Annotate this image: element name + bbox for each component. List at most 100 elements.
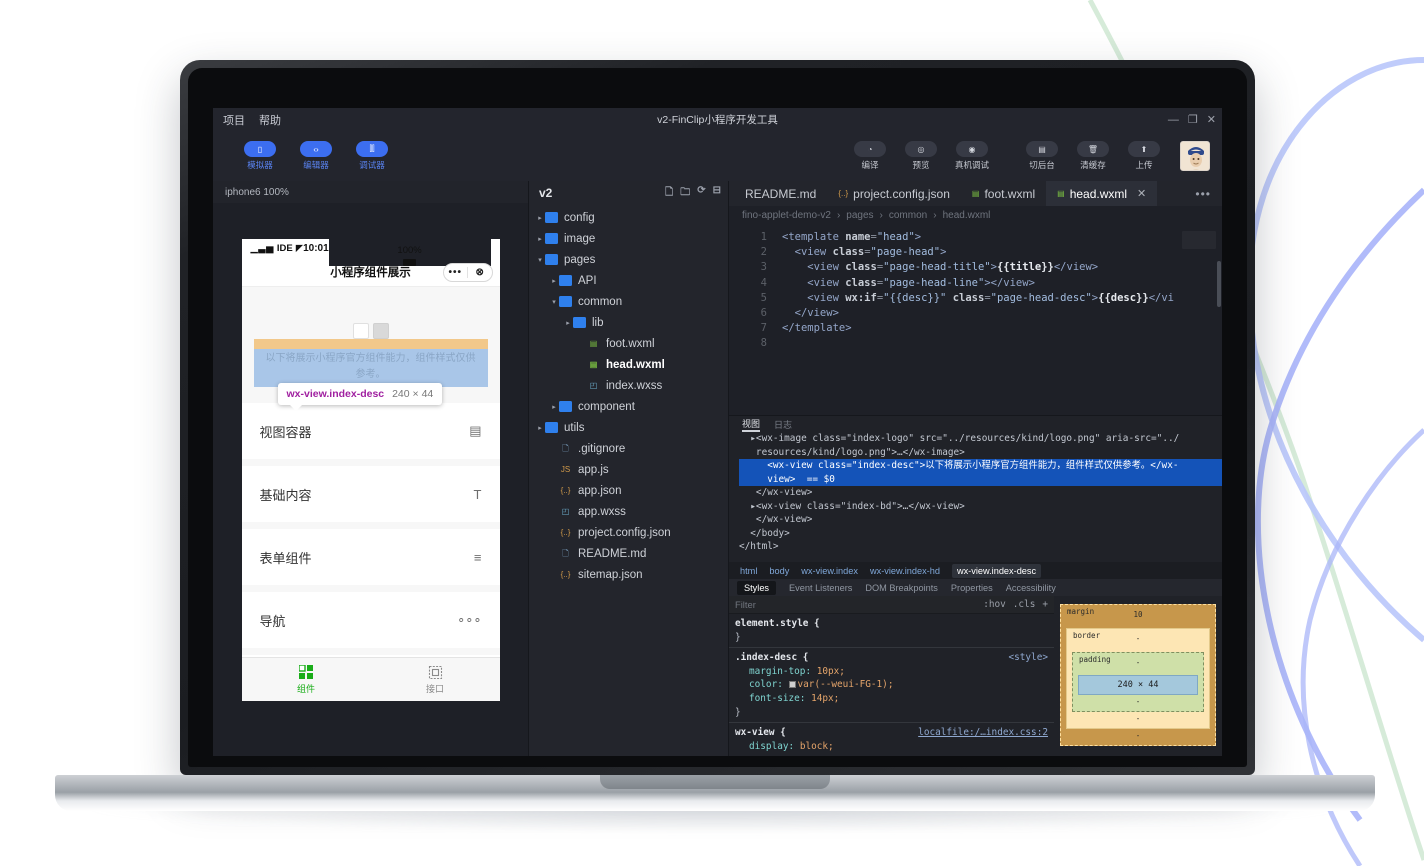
tree-file[interactable]: ▸▤head.wxml (529, 354, 728, 375)
css-rule-selector[interactable]: element.style { (735, 617, 1048, 631)
code-editor[interactable]: 1<template name="head">2 <view class="pa… (729, 225, 1222, 415)
toolbar-button-debugger[interactable]: ⫿⫿ 调试器 (349, 141, 395, 171)
list-item[interactable]: 表单组件 ≡ (242, 529, 500, 585)
css-declaration[interactable]: color: var(--weui-FG-1); (735, 678, 1048, 692)
refresh-icon[interactable]: ⟳ (697, 185, 705, 202)
tab-api[interactable]: 接口 (371, 658, 500, 701)
more-icon[interactable]: ••• (444, 267, 468, 278)
styles-tab[interactable]: Event Listeners (789, 583, 852, 593)
new-file-icon[interactable]: 🗋 (665, 185, 673, 202)
chevron-down-icon[interactable]: ▾ (535, 256, 545, 264)
editor-scrollbar[interactable] (1217, 261, 1221, 307)
element-crumb-item[interactable]: wx-view.index-hd (870, 566, 940, 576)
element-crumb-item[interactable]: body (769, 566, 789, 576)
chevron-right-icon[interactable]: ▸ (563, 319, 573, 327)
tree-folder[interactable]: ▸API (529, 270, 728, 291)
tree-file[interactable]: ▸JSapp.js (529, 459, 728, 480)
tree-file[interactable]: ▸{..}app.json (529, 480, 728, 501)
tree-file[interactable]: ▸🗋.gitignore (529, 438, 728, 459)
margin-bottom-value[interactable]: - (1066, 731, 1210, 740)
box-model-content[interactable]: 240 × 44 (1078, 675, 1198, 695)
menu-item-help[interactable]: 帮助 (259, 112, 281, 128)
tree-file[interactable]: ▸▤foot.wxml (529, 333, 728, 354)
toolbar-button-editor[interactable]: ‹› 编辑器 (293, 141, 339, 171)
devtools-tab-view[interactable]: 视图 (742, 417, 760, 432)
breadcrumb-item[interactable]: head.wxml (943, 210, 991, 221)
tree-file[interactable]: ▸◰index.wxss (529, 375, 728, 396)
css-rule-source[interactable]: localfile:/…index.css:2 (918, 726, 1048, 740)
tree-folder[interactable]: ▸image (529, 228, 728, 249)
dom-node[interactable]: </wx-view> (739, 513, 1222, 527)
tree-folder[interactable]: ▾pages (529, 249, 728, 270)
tree-file[interactable]: ▸{..}project.config.json (529, 522, 728, 543)
tree-folder[interactable]: ▸config (529, 207, 728, 228)
collapse-all-icon[interactable]: ⊟ (713, 185, 721, 202)
styles-tab[interactable]: Accessibility (1006, 583, 1056, 593)
dom-node[interactable]: ▸<wx-image class="index-logo" src="../re… (739, 432, 1222, 446)
tab-components[interactable]: 组件 (242, 658, 371, 701)
css-declaration[interactable]: font-size: 14px; (735, 692, 1048, 706)
styles-tab[interactable]: Styles (737, 581, 776, 595)
tree-file[interactable]: ▸🗋README.md (529, 543, 728, 564)
padding-bottom-value[interactable]: - (1078, 697, 1198, 706)
tree-file[interactable]: ▸{..}sitemap.json (529, 564, 728, 585)
dom-node[interactable]: resources/kind/logo.png">…</wx-image> (739, 446, 1222, 460)
list-item[interactable]: 视图容器 ▤ (242, 403, 500, 459)
capsule-button[interactable]: ••• ⊗ (443, 263, 493, 282)
styles-tab[interactable]: DOM Breakpoints (865, 583, 938, 593)
css-rule-selector[interactable]: localfile:/…index.css:2wx-view { (735, 726, 1048, 740)
breadcrumb-item[interactable]: common (889, 210, 927, 221)
new-folder-icon[interactable]: 🗀 (680, 185, 690, 202)
device-selector[interactable]: iphone6 100% (213, 181, 528, 203)
dom-node[interactable]: </html> (739, 540, 1222, 554)
avatar[interactable] (1180, 141, 1210, 171)
chevron-down-icon[interactable]: ▾ (549, 298, 559, 306)
close-icon[interactable]: ✕ (1207, 113, 1216, 126)
minimize-icon[interactable]: — (1168, 114, 1179, 126)
editor-tab[interactable]: ▤head.wxml✕ (1046, 181, 1157, 206)
dom-tree[interactable]: ▸<wx-image class="index-logo" src="../re… (729, 432, 1222, 562)
close-circle-icon[interactable]: ⊗ (468, 267, 492, 278)
breadcrumb-item[interactable]: pages (846, 210, 873, 221)
element-crumb-item[interactable]: wx-view.index-desc (952, 564, 1041, 578)
tree-folder[interactable]: ▸lib (529, 312, 728, 333)
element-crumb-item[interactable]: wx-view.index (801, 566, 858, 576)
toolbar-button-background[interactable]: ▤ 切后台 (1019, 141, 1065, 171)
editor-tab[interactable]: {..}project.config.json (827, 181, 961, 206)
menu-item-project[interactable]: 项目 (223, 112, 245, 128)
close-tab-icon[interactable]: ✕ (1137, 187, 1146, 200)
minimap[interactable] (1182, 231, 1216, 249)
dom-node[interactable]: view> == $0 (739, 473, 1222, 487)
tab-overflow-icon[interactable]: ••• (1184, 181, 1222, 206)
css-rule-selector[interactable]: <style>.index-desc { (735, 651, 1048, 665)
toolbar-button-clear-cache[interactable]: 🗑 清缓存 (1070, 141, 1116, 171)
styles-tab[interactable]: Properties (951, 583, 993, 593)
chevron-right-icon[interactable]: ▸ (535, 214, 545, 222)
editor-tab[interactable]: ▤foot.wxml (961, 181, 1046, 206)
add-rule-icon[interactable]: + (1042, 599, 1048, 610)
editor-tab[interactable]: README.md (729, 181, 827, 206)
list-item[interactable]: 导航 ∘∘∘ (242, 592, 500, 648)
element-crumb-item[interactable]: html (740, 566, 757, 576)
dom-node[interactable]: ▸<wx-view class="index-bd">…</wx-view> (739, 500, 1222, 514)
chevron-right-icon[interactable]: ▸ (549, 403, 559, 411)
chevron-right-icon[interactable]: ▸ (549, 277, 559, 285)
chevron-right-icon[interactable]: ▸ (535, 235, 545, 243)
css-rules-list[interactable]: element.style {}<style>.index-desc {marg… (729, 614, 1054, 756)
list-item[interactable]: 基础内容 T (242, 466, 500, 522)
toolbar-button-simulator[interactable]: ▯ 模拟器 (237, 141, 283, 171)
tree-file[interactable]: ▸◰app.wxss (529, 501, 728, 522)
css-rule-source[interactable]: <style> (1008, 651, 1048, 665)
devtools-tab-log[interactable]: 日志 (774, 418, 792, 431)
dom-node[interactable]: <wx-view class="index-desc">以下将展示小程序官方组件… (739, 459, 1222, 473)
toolbar-button-compile[interactable]: ◔ 编译 (847, 141, 893, 171)
maximize-icon[interactable]: ❐ (1188, 113, 1198, 126)
dom-node[interactable]: </body> (739, 527, 1222, 541)
tree-folder[interactable]: ▸component (529, 396, 728, 417)
tree-folder[interactable]: ▸utils (529, 417, 728, 438)
cls-toggle[interactable]: .cls (1013, 599, 1036, 610)
toolbar-button-preview[interactable]: ◎ 预览 (898, 141, 944, 171)
color-swatch[interactable] (789, 681, 796, 688)
toolbar-button-device-debug[interactable]: ◉ 真机调试 (949, 141, 995, 171)
filter-input[interactable]: Filter (735, 599, 983, 610)
